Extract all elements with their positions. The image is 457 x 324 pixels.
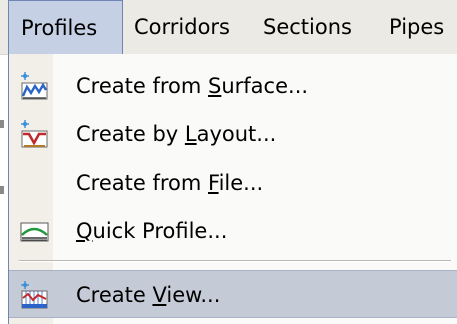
- menu-item-label: Create View...: [76, 283, 221, 307]
- menu-item-label: Quick Profile...: [76, 219, 228, 243]
- background-edge-mark: [0, 120, 4, 128]
- menu-bar: Profiles Corridors Sections Pipes: [0, 0, 457, 55]
- menu-item-create-from-file[interactable]: Create from File...: [9, 159, 457, 207]
- app-window: Profiles Corridors Sections Pipes Create…: [0, 0, 457, 324]
- create-from-surface-icon: [21, 72, 48, 100]
- create-view-icon: [21, 281, 48, 309]
- menu-item-create-by-layout[interactable]: Create by Layout...: [9, 110, 457, 158]
- menu-corridors[interactable]: Corridors: [134, 0, 230, 54]
- menu-item-label: Create from File...: [76, 171, 264, 195]
- menu-item-quick-profile[interactable]: Quick Profile...: [9, 207, 457, 255]
- background-edge-mark: [0, 186, 4, 194]
- quick-profile-icon: [20, 222, 49, 242]
- menu-profiles[interactable]: Profiles: [8, 0, 123, 54]
- menu-pipes[interactable]: Pipes: [389, 0, 444, 54]
- menu-separator: [19, 260, 451, 262]
- menu-sections[interactable]: Sections: [263, 0, 352, 54]
- menu-item-create-from-surface[interactable]: Create from Surface...: [9, 62, 457, 110]
- create-by-layout-icon: [21, 120, 48, 148]
- profiles-dropdown-menu: Create from Surface... Create by Layout.…: [8, 54, 457, 324]
- menu-item-create-view[interactable]: Create View...: [9, 270, 457, 318]
- menu-item-label: Create by Layout...: [76, 122, 277, 146]
- menu-item-label: Create from Surface...: [76, 74, 309, 98]
